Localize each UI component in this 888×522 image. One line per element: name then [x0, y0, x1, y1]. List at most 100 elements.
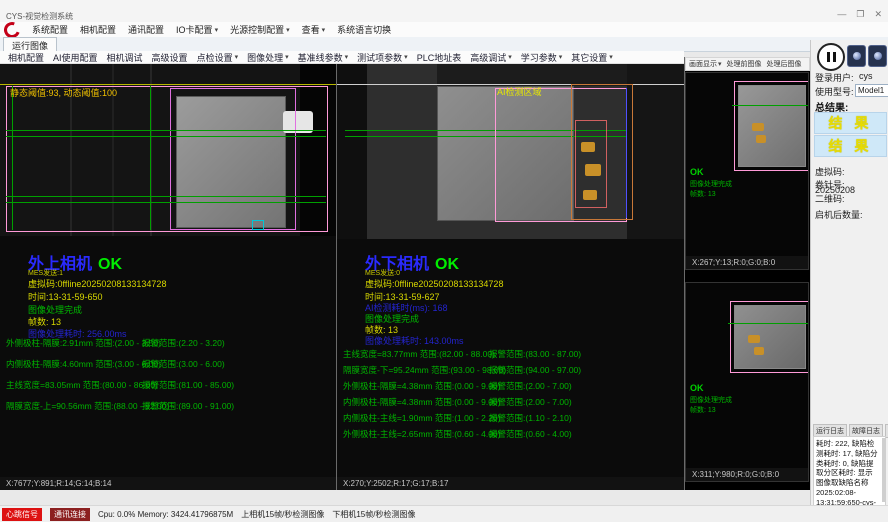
pixel-coords-bar: X:7677;Y:891;R:14;G:14;B:14	[0, 477, 336, 490]
defect-highlight	[756, 135, 766, 143]
maximize-icon[interactable]: ❐	[856, 9, 864, 20]
log-scrollbar[interactable]	[882, 438, 885, 502]
measurement-label: 主线宽度=83.05mm 范围:(80.00 - 86.00)	[6, 379, 158, 391]
ai-region-label: AI检测区域	[497, 85, 542, 98]
tool-other-settings[interactable]: 其它设置▾	[571, 51, 613, 64]
menu-camera-config[interactable]: 相机配置	[80, 23, 116, 36]
tool-camera-config[interactable]: 相机配置	[8, 51, 44, 64]
process-time-line: 图像处理耗时: 143.00ms	[365, 334, 464, 347]
chevron-down-icon: ▾	[718, 60, 722, 68]
measurement-label: 主线宽度=83.77mm 范围:(82.00 - 88.00)	[343, 348, 495, 360]
alarm-range: 报警范围:(2.00 - 7.00)	[489, 380, 572, 392]
chevron-down-icon: ▾	[285, 53, 289, 61]
tool-advanced-debug[interactable]: 高级调试▾	[470, 51, 512, 64]
measurement-label: 外侧极柱-隔膜=4.38mm 范围:(0.00 - 9.00)	[343, 380, 501, 392]
tab-before-image[interactable]: 处理前图像	[727, 59, 762, 69]
alarm-range: 报警范围:(81.00 - 85.00)	[142, 379, 234, 391]
alarm-range: 报警范围:(3.00 - 6.00)	[142, 358, 225, 370]
pause-icon	[827, 52, 830, 62]
result-ok: OK	[435, 256, 459, 273]
tool-learning-params[interactable]: 学习参数▾	[521, 51, 563, 64]
chevron-down-icon: ▾	[345, 53, 349, 61]
model-label: 使用型号:	[815, 85, 854, 98]
close-icon[interactable]: ✕	[874, 9, 882, 20]
camera-icon	[853, 52, 861, 60]
chevron-down-icon: ▾	[286, 26, 290, 34]
result-ok: OK	[98, 256, 122, 273]
thumb-view-1[interactable]: OK 图像处理完成 帧数: 13 X:267;Y:13;R:0;G:0;B:0	[685, 72, 809, 270]
login-user-value: cys	[859, 71, 873, 81]
result-ok: OK	[690, 167, 704, 177]
menu-view[interactable]: 查看▾	[302, 23, 326, 36]
thumb-view-2[interactable]: OK 图像处理完成 帧数: 13 X:311;Y:980;R:0;G:0;B:0	[685, 282, 809, 482]
menu-language-switch[interactable]: 系统语言切换	[337, 23, 391, 36]
display-toggle[interactable]: 画面显示▾	[689, 59, 722, 69]
chevron-down-icon: ▾	[609, 53, 613, 61]
threshold-label: 静态阈值:93, 动态阈值:100	[10, 86, 117, 99]
measure-line	[6, 136, 326, 137]
window-title: CYS-视觉检测系统	[6, 11, 73, 22]
measurement-label: 内侧极柱-隔膜=4.38mm 范围:(0.00 - 9.00)	[343, 396, 501, 408]
alarm-range: 报警范围:(83.00 - 87.00)	[489, 348, 581, 360]
model-input[interactable]: Model1	[855, 84, 888, 97]
tool-advanced-settings[interactable]: 高级设置	[152, 51, 188, 64]
alarm-range: 报警范围:(89.00 - 91.00)	[142, 400, 234, 412]
defect-highlight	[748, 335, 760, 343]
cpu-memory-status: Cpu: 0.0% Memory: 3424.41796875M	[98, 510, 233, 519]
camera-capture-button[interactable]	[847, 45, 866, 67]
tool-camera-debug[interactable]: 相机调试	[107, 51, 143, 64]
chevron-down-icon: ▾	[559, 53, 563, 61]
alarm-range: 报警范围:(2.00 - 7.00)	[489, 396, 572, 408]
tool-test-params[interactable]: 测试项参数▾	[357, 51, 408, 64]
lower-camera-view[interactable]: AI检测区域 外下相机OK MES发送:0 虚拟码:0ffline2025020…	[337, 64, 684, 490]
camera-icon	[874, 52, 882, 60]
tool-plc-address[interactable]: PLC地址表	[417, 51, 462, 64]
process-done-line: 图像处理完成	[690, 395, 732, 405]
defect-highlight	[585, 164, 601, 176]
right-sidebar: 登录用户: cys 使用型号: Model1 总结果: 结 果 结 果 虚拟码:…	[810, 40, 888, 505]
measure-line	[150, 86, 151, 230]
tool-spot-check[interactable]: 点检设置▾	[197, 51, 239, 64]
tool-baseline-params[interactable]: 基准线参数▾	[298, 51, 349, 64]
tool-ai-use-config[interactable]: AI使用配置	[53, 51, 98, 64]
image-save-button[interactable]	[868, 45, 887, 67]
measure-line	[12, 86, 13, 230]
pixel-coords-bar: X:270;Y:2502;R:17;G:17;B:17	[337, 477, 684, 490]
log-output[interactable]: 耗时: 222, 缺陷检测耗时: 17, 缺陷分类耗时: 0, 缺陷提取分区耗时…	[813, 436, 886, 506]
status-bar: 心跳信号 通讯连接 Cpu: 0.0% Memory: 3424.4179687…	[0, 505, 888, 522]
roi-rect-pink	[730, 301, 809, 373]
settings-toolbar: 相机配置 AI使用配置 相机调试 高级设置 点检设置▾ 图像处理▾ 基准线参数▾…	[0, 51, 684, 64]
chevron-down-icon: ▾	[322, 26, 326, 34]
window-controls: — ❐ ✕	[837, 9, 882, 20]
measure-line	[6, 202, 326, 203]
process-done-line: 图像处理完成	[690, 179, 732, 189]
pause-button[interactable]	[817, 43, 845, 71]
chevron-down-icon: ▾	[215, 26, 219, 34]
roi-rect-pink	[734, 81, 809, 171]
minimize-icon[interactable]: —	[837, 9, 846, 20]
measurement-label: 内侧极柱-隔膜:4.60mm 范围:(3.00 - 6.00)	[6, 358, 161, 370]
menu-system-config[interactable]: 系统配置	[32, 23, 68, 36]
measure-line	[728, 323, 808, 324]
upper-camera-view[interactable]: 静态阈值:93, 动态阈值:100 外上相机OK MES发送:1 虚拟码:0ff…	[0, 64, 336, 490]
pin-number-label: 卷针号:	[815, 178, 845, 191]
menu-comm-config[interactable]: 通讯配置	[128, 23, 164, 36]
tool-image-processing[interactable]: 图像处理▾	[247, 51, 289, 64]
measure-line-blue	[626, 88, 627, 218]
chevron-down-icon: ▾	[235, 53, 239, 61]
alarm-range: 报警范围:(1.10 - 2.10)	[489, 412, 572, 424]
pause-icon	[833, 52, 836, 62]
alarm-range: 报警范围:(0.60 - 4.00)	[489, 428, 572, 440]
menu-light-config[interactable]: 光源控制配置▾	[230, 23, 290, 36]
result-ok: OK	[690, 383, 704, 393]
barcode-line: 虚拟码:0ffline20250208133134728	[28, 277, 166, 290]
login-user-label: 登录用户:	[815, 71, 854, 84]
pixel-coords-bar: X:311;Y:980;R:0;G:0;B:0	[686, 468, 808, 481]
tab-after-image[interactable]: 处理后图像	[767, 59, 802, 69]
virtual-code-label: 虚拟码:	[815, 167, 845, 177]
measurement-label: 外侧极柱-隔膜:2.91mm 范围:(2.00 - 3.50)	[6, 337, 161, 349]
image-detail	[337, 64, 367, 239]
title-bar: CYS-视觉检测系统 — ❐ ✕	[0, 0, 888, 23]
time-line: 时间:13-31-59-650	[28, 290, 103, 303]
menu-io-config[interactable]: IO卡配置▾	[176, 23, 218, 36]
